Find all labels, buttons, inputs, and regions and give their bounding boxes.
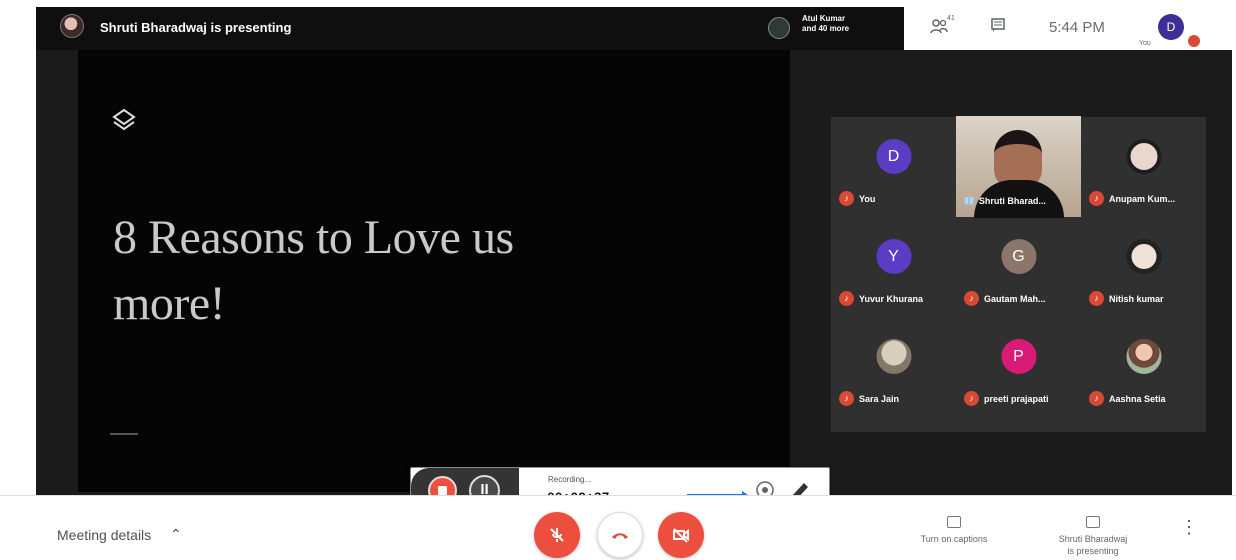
- participant-label: ♪ Yuvur Khurana: [839, 291, 923, 306]
- muted-mic-icon: ♪: [964, 291, 979, 306]
- avatar-photo: [876, 339, 911, 374]
- clock-time: 5:44 PM: [1049, 19, 1105, 36]
- presenting-button[interactable]: Shruti Bharadwaj is presenting: [1043, 516, 1143, 557]
- camera-off-button[interactable]: [658, 512, 704, 558]
- participant-name: You: [859, 193, 876, 204]
- participant-label: ♪ Sara Jain: [839, 391, 899, 406]
- participant-label: ▮▮ Shruti Bharad...: [964, 195, 1046, 206]
- avatar-photo: [1126, 139, 1161, 174]
- participant-name: Yuvur Khurana: [859, 293, 924, 304]
- recording-status: Recording...: [548, 475, 592, 484]
- participant-tile-anupam[interactable]: ♪ Anupam Kum...: [1081, 117, 1206, 217]
- muted-mic-icon: ♪: [839, 291, 854, 306]
- participant-tile-preeti[interactable]: P ♪ preeti prajapati: [956, 317, 1081, 417]
- participant-tile-sara[interactable]: ♪ Sara Jain: [831, 317, 956, 417]
- chat-icon-svg: [991, 18, 1005, 32]
- current-user-avatar[interactable]: D: [1158, 14, 1184, 40]
- participant-label: ♪ Nitish kumar: [1089, 291, 1164, 306]
- muted-mic-icon: ♪: [1089, 291, 1104, 306]
- presenting-label-1: Shruti Bharadwaj: [1058, 534, 1128, 544]
- participant-name: Sara Jain: [859, 393, 900, 404]
- avatar: Y: [876, 239, 911, 274]
- participant-name: Anupam Kum...: [1109, 193, 1176, 204]
- avatar-photo: [1126, 239, 1161, 274]
- slide-title: 8 Reasons to Love us more!: [113, 205, 514, 337]
- avatar: P: [1001, 339, 1036, 374]
- people-icon-svg: [930, 19, 948, 34]
- slide-title-line1: 8 Reasons to Love us: [113, 211, 514, 264]
- muted-mic-icon: ♪: [1089, 391, 1104, 406]
- participant-name: Shruti Bharad...: [978, 195, 1046, 206]
- muted-mic-icon: ♪: [964, 391, 979, 406]
- slide-logo-icon: [112, 108, 136, 131]
- participant-name: Aashna Setia: [1109, 393, 1166, 404]
- participant-label: ♪ Anupam Kum...: [1089, 191, 1175, 206]
- participant-name: Nitish kumar: [1109, 293, 1164, 304]
- participant-tile-yuvur[interactable]: Y ♪ Yuvur Khurana: [831, 217, 956, 317]
- participant-label: ♪ Aashna Setia: [1089, 391, 1166, 406]
- captions-icon: [947, 516, 961, 528]
- participant-tile-you[interactable]: D ♪ You: [831, 117, 956, 217]
- camera-off-icon: [673, 528, 689, 543]
- participants-summary[interactable]: Atul Kumar and 40 more: [802, 14, 849, 34]
- microphone-off-button[interactable]: [534, 512, 580, 558]
- avatar: G: [1001, 239, 1036, 274]
- muted-mic-icon: ♪: [1089, 191, 1104, 206]
- microphone-off-icon: [550, 528, 564, 542]
- participant-video-shruti[interactable]: ▮▮ Shruti Bharad...: [956, 116, 1081, 218]
- speaking-icon: ▮▮: [964, 195, 974, 205]
- chat-icon[interactable]: [990, 17, 1006, 36]
- leave-call-button[interactable]: [597, 512, 643, 558]
- participant-label: ♪ preeti prajapati: [964, 391, 1049, 406]
- participant-tile-gautam[interactable]: G ♪ Gautam Mah...: [956, 217, 1081, 317]
- participant-avatar: [768, 17, 790, 39]
- presenter-title: Shruti Bharadwaj is presenting: [100, 20, 292, 35]
- participant-label: ♪ You: [839, 191, 875, 206]
- slide-title-line2: more!: [113, 277, 226, 330]
- slide-footer-mark: [110, 433, 138, 435]
- notification-badge: [1188, 35, 1200, 47]
- muted-mic-icon: ♪: [839, 391, 854, 406]
- participant-count: 41: [947, 15, 955, 22]
- presenter-avatar: [60, 14, 84, 38]
- you-label: You: [1139, 40, 1151, 47]
- participant-label: ♪ Gautam Mah...: [964, 291, 1046, 306]
- meeting-details-button[interactable]: Meeting details: [57, 527, 151, 543]
- captions-button[interactable]: Turn on captions: [904, 516, 1004, 545]
- participant-name: Gautam Mah...: [984, 293, 1046, 304]
- presenting-label-2: is presenting: [1067, 546, 1119, 556]
- participants-summary-line1: Atul Kumar: [802, 14, 846, 23]
- meet-window: Shruti Bharadwaj is presenting Atul Kuma…: [0, 0, 1236, 560]
- avatar: D: [876, 139, 911, 174]
- muted-mic-icon: ♪: [839, 191, 854, 206]
- captions-label: Turn on captions: [920, 534, 988, 544]
- chevron-up-icon[interactable]: ⌃: [170, 526, 182, 543]
- hangup-icon: [612, 533, 628, 539]
- participants-summary-line2: and 40 more: [802, 24, 850, 33]
- participant-name: preeti prajapati: [984, 393, 1049, 404]
- present-icon: [1086, 516, 1100, 528]
- more-options-icon[interactable]: ⋮: [1180, 518, 1198, 536]
- participant-tile-nitish[interactable]: ♪ Nitish kumar: [1081, 217, 1206, 317]
- participant-tile-aashna[interactable]: ♪ Aashna Setia: [1081, 317, 1206, 417]
- people-icon[interactable]: [930, 18, 948, 37]
- avatar-photo: [1126, 339, 1161, 374]
